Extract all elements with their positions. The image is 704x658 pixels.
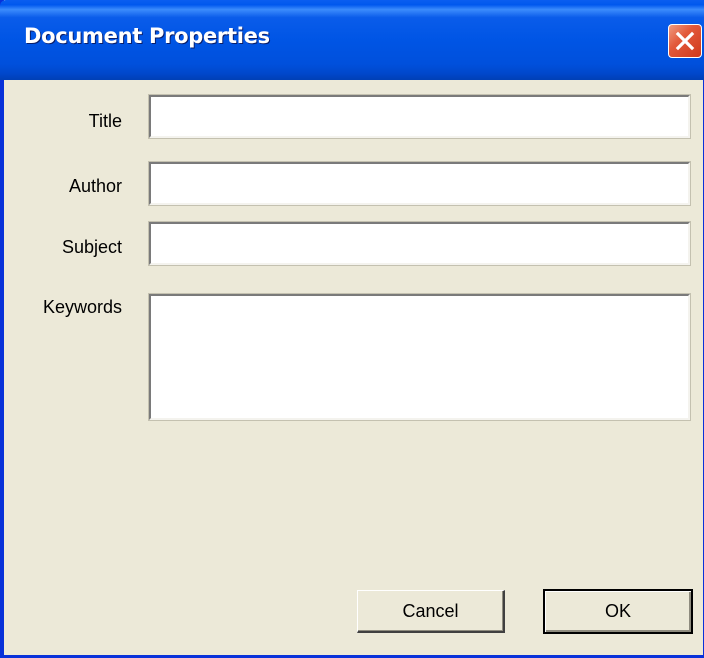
document-properties-dialog: Document Properties Title Author Subject… bbox=[0, 0, 704, 658]
subject-label: Subject bbox=[61, 237, 122, 257]
author-input[interactable] bbox=[148, 161, 691, 206]
ok-button[interactable]: OK bbox=[543, 589, 693, 634]
cancel-button[interactable]: Cancel bbox=[357, 590, 505, 633]
title-bar[interactable]: Document Properties bbox=[0, 0, 704, 80]
keywords-textarea[interactable] bbox=[148, 293, 691, 421]
close-button[interactable] bbox=[668, 24, 702, 58]
title-input[interactable] bbox=[148, 94, 691, 139]
keywords-label: Keywords bbox=[42, 297, 122, 317]
author-label: Author bbox=[68, 176, 122, 196]
window-title: Document Properties bbox=[24, 24, 270, 48]
title-label: Title bbox=[88, 111, 122, 131]
subject-input[interactable] bbox=[148, 221, 691, 266]
close-x-icon bbox=[675, 31, 695, 51]
